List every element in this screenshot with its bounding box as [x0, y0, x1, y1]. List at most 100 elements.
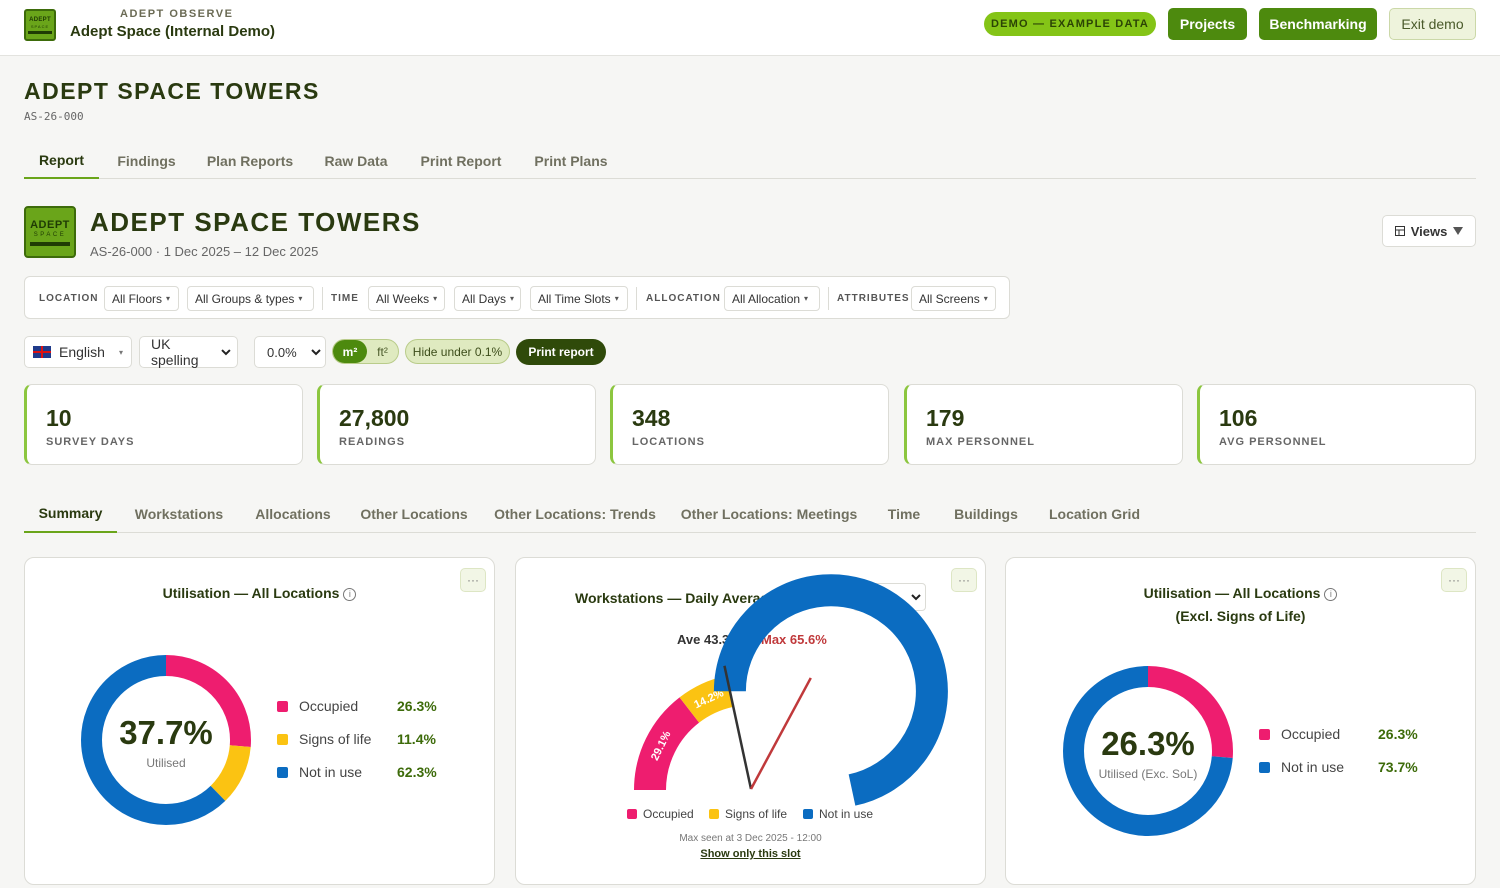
caret-down-icon	[1453, 227, 1464, 235]
stat-card-survey-days: 10 SURVEY DAYS	[24, 384, 303, 465]
time-slots-filter[interactable]: All Time Slots ▾	[530, 286, 628, 311]
floors-filter[interactable]: All Floors ▾	[104, 286, 179, 311]
legend-label: Not in use	[299, 764, 363, 780]
stat-value: 10	[46, 405, 72, 431]
demo-badge: DEMO — EXAMPLE DATA	[984, 12, 1156, 36]
days-filter-value: All Days	[462, 291, 507, 306]
time-filter-label: TIME	[331, 293, 359, 304]
floors-filter-value: All Floors	[112, 291, 163, 306]
stat-value: 106	[1219, 405, 1258, 431]
tab-findings[interactable]: Findings	[109, 142, 184, 179]
tab-allocations[interactable]: Allocations	[247, 495, 339, 533]
max-seen-text: Max seen at 3 Dec 2025 - 12:00	[679, 833, 822, 844]
card-title: Utilisation — All Locations i	[25, 585, 494, 601]
legend-swatch	[627, 809, 637, 819]
tab-raw-data[interactable]: Raw Data	[316, 142, 396, 179]
legend-swatch	[709, 809, 719, 819]
legend-item-not-in-use: Not in use	[277, 764, 362, 780]
spelling-select[interactable]: UK spelling	[139, 336, 238, 368]
legend-swatch	[803, 809, 813, 819]
caret-icon: ▾	[118, 347, 123, 357]
workstations-card: Workstations — Daily Average & Peak i % ·…	[515, 557, 986, 885]
logo-bar	[28, 30, 52, 34]
stat-card-avg-personnel: 106 AVG PERSONNEL	[1197, 384, 1476, 465]
tab-other-locations-meetings[interactable]: Other Locations: Meetings	[676, 495, 862, 533]
tab-time[interactable]: Time	[879, 495, 929, 533]
chevron-down-icon	[221, 348, 231, 355]
stat-label: SURVEY DAYS	[46, 436, 135, 448]
tab-other-locations[interactable]: Other Locations	[354, 495, 474, 533]
tab-location-grid[interactable]: Location Grid	[1042, 495, 1147, 533]
tab-print-report[interactable]: Print Report	[412, 142, 510, 179]
legend-label: Not in use	[819, 807, 874, 821]
caret-icon: ▾	[983, 294, 988, 303]
report-logo: ADEPT SPACE	[24, 206, 76, 258]
tab-other-locations-trends[interactable]: Other Locations: Trends	[490, 495, 660, 533]
utilisation-excl-sol-card: Utilisation — All Locations i (Excl. Sign…	[1005, 557, 1476, 885]
stat-label: READINGS	[339, 436, 406, 448]
report-subtitle: AS-26-000 · 1 Dec 2025 – 12 Dec 2025	[90, 244, 319, 259]
info-icon[interactable]: i	[343, 588, 357, 601]
tab-summary[interactable]: Summary	[24, 495, 117, 533]
groups-filter-value: All Groups & types	[195, 291, 295, 306]
stat-label: MAX PERSONNEL	[926, 436, 1035, 448]
threshold-select[interactable]: 0.0%	[254, 336, 326, 368]
legend-swatch	[277, 733, 288, 745]
uk-flag-icon	[33, 346, 51, 358]
top-bar: ADEPT SPACE ADEPT OBSERVE Adept Space (I…	[0, 0, 1500, 56]
legend-item-signs-of-life: Signs of life	[277, 731, 371, 747]
more-options-button[interactable]: ···	[460, 568, 486, 592]
legend-label: Occupied	[643, 807, 694, 821]
unit-ft2-button[interactable]: ft²	[367, 340, 398, 363]
stat-card-locations: 348 LOCATIONS	[610, 384, 889, 465]
legend-value: 26.3%	[1378, 726, 1418, 742]
filter-divider	[322, 287, 323, 310]
tab-print-plans[interactable]: Print Plans	[526, 142, 616, 179]
legend-item-occupied: Occupied	[1259, 726, 1340, 742]
legend-swatch	[1259, 728, 1270, 740]
utilisation-card: Utilisation — All Locations i ··· 37.7% U…	[24, 557, 495, 885]
days-filter[interactable]: All Days ▾	[454, 286, 521, 311]
exit-demo-button[interactable]: Exit demo	[1389, 8, 1476, 40]
hide-under-toggle[interactable]: Hide under 0.1%	[405, 339, 510, 364]
filter-bar: LOCATION All Floors ▾ All Groups & types ▾…	[24, 276, 1010, 319]
views-button[interactable]: Views	[1382, 215, 1476, 247]
logo-bar	[30, 241, 70, 246]
tab-buildings[interactable]: Buildings	[946, 495, 1026, 533]
tab-plan-reports[interactable]: Plan Reports	[200, 142, 300, 179]
legend-swatch	[277, 700, 288, 712]
unit-toggle: m² ft²	[332, 339, 399, 364]
gauge-segment-not-in-use[interactable]	[713, 574, 948, 806]
gauge-segment-label: 56.7%	[798, 698, 830, 727]
filter-divider	[636, 287, 637, 310]
info-icon[interactable]: i	[1324, 588, 1338, 601]
caret-icon: ▾	[510, 294, 515, 303]
tab-workstations[interactable]: Workstations	[127, 495, 231, 533]
views-label: Views	[1410, 223, 1448, 239]
tab-report[interactable]: Report	[24, 142, 99, 179]
unit-m2-button[interactable]: m²	[333, 340, 367, 363]
threshold-value: 0.0%	[267, 344, 297, 360]
screens-filter[interactable]: All Screens ▾	[911, 286, 996, 311]
page-code: AS-26-000	[24, 110, 84, 123]
more-options-button[interactable]: ···	[1441, 568, 1467, 592]
time-slots-filter-value: All Time Slots	[538, 291, 611, 306]
print-report-button[interactable]: Print report	[516, 339, 606, 365]
adept-logo[interactable]: ADEPT SPACE	[24, 9, 56, 41]
benchmarking-button[interactable]: Benchmarking	[1259, 8, 1377, 40]
card-title: Utilisation — All Locations i	[1006, 585, 1475, 601]
allocation-filter[interactable]: All Allocation ▾	[724, 286, 820, 311]
max-needle	[749, 677, 812, 790]
stat-card-readings: 27,800 READINGS	[317, 384, 596, 465]
projects-button[interactable]: Projects	[1168, 8, 1247, 40]
caret-icon: ▾	[804, 294, 809, 303]
page-title: ADEPT SPACE TOWERS	[24, 78, 320, 104]
show-slot-link[interactable]: Show only this slot	[516, 848, 985, 860]
logo-text: ADEPT	[29, 16, 51, 23]
language-select[interactable]: English ▾	[24, 336, 132, 368]
chart-title: Utilisation — All Locations	[162, 585, 340, 601]
weeks-filter[interactable]: All Weeks ▾	[368, 286, 445, 311]
caret-icon: ▾	[433, 294, 438, 303]
chevron-down-icon	[311, 348, 321, 355]
groups-filter[interactable]: All Groups & types ▾	[187, 286, 314, 311]
